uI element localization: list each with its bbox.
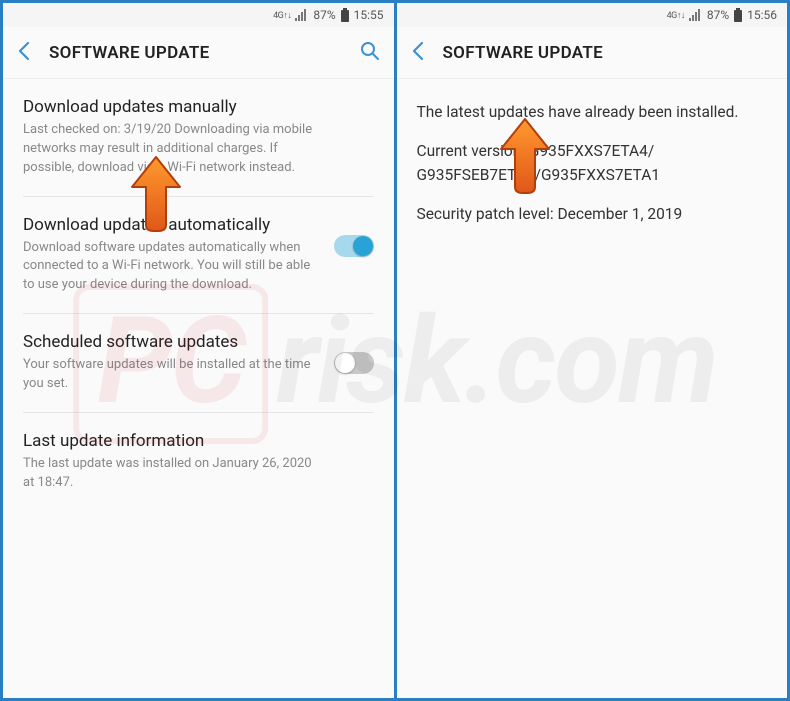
clock: 15:55 (354, 8, 384, 22)
page-title: SOFTWARE UPDATE (49, 43, 342, 63)
settings-list: Download updates manually Last checked o… (3, 79, 394, 698)
toggle-auto-download[interactable] (334, 235, 374, 257)
back-button[interactable] (411, 41, 425, 64)
item-last-update-info[interactable]: Last update information The last update … (23, 413, 374, 511)
item-download-manually[interactable]: Download updates manually Last checked o… (23, 79, 374, 197)
item-title: Download updates manually (23, 97, 374, 117)
right-pane: 4G↑↓ 87% 15:56 SOFTWARE UPDATE The lates… (394, 3, 788, 698)
search-button[interactable] (360, 41, 380, 65)
clock: 15:56 (747, 8, 777, 22)
battery-icon (733, 8, 743, 22)
item-subtitle: Last checked on: 3/19/20 Downloading via… (23, 121, 323, 178)
battery-icon (340, 8, 350, 22)
network-indicator: 4G↑↓ (667, 10, 685, 21)
current-version: Current version: G935FXXS7ETA4/ G935FSEB… (417, 140, 768, 187)
item-title: Scheduled software updates (23, 332, 324, 352)
status-message: The latest updates have already been ins… (417, 101, 768, 124)
update-info: The latest updates have already been ins… (397, 79, 788, 698)
item-subtitle: The last update was installed on January… (23, 455, 323, 493)
signal-icon (689, 9, 703, 21)
item-download-automatically[interactable]: Download updates automatically Download … (23, 197, 374, 315)
left-pane: 4G↑↓ 87% 15:55 SOFTWARE UPDATE Download … (3, 3, 394, 698)
item-scheduled-updates[interactable]: Scheduled software updates Your software… (23, 314, 374, 413)
item-title: Last update information (23, 431, 374, 451)
back-button[interactable] (17, 41, 31, 64)
toggle-scheduled[interactable] (334, 352, 374, 374)
page-title: SOFTWARE UPDATE (443, 43, 774, 63)
status-bar: 4G↑↓ 87% 15:56 (397, 3, 788, 27)
item-subtitle: Your software updates will be installed … (23, 356, 323, 394)
header: SOFTWARE UPDATE (397, 27, 788, 79)
item-title: Download updates automatically (23, 215, 324, 235)
security-patch-level: Security patch level: December 1, 2019 (417, 203, 768, 226)
item-subtitle: Download software updates automatically … (23, 239, 323, 296)
header: SOFTWARE UPDATE (3, 27, 394, 79)
battery-percent: 87% (707, 8, 729, 22)
battery-percent: 87% (313, 8, 335, 22)
status-bar: 4G↑↓ 87% 15:55 (3, 3, 394, 27)
network-indicator: 4G↑↓ (273, 10, 291, 21)
signal-icon (295, 9, 309, 21)
